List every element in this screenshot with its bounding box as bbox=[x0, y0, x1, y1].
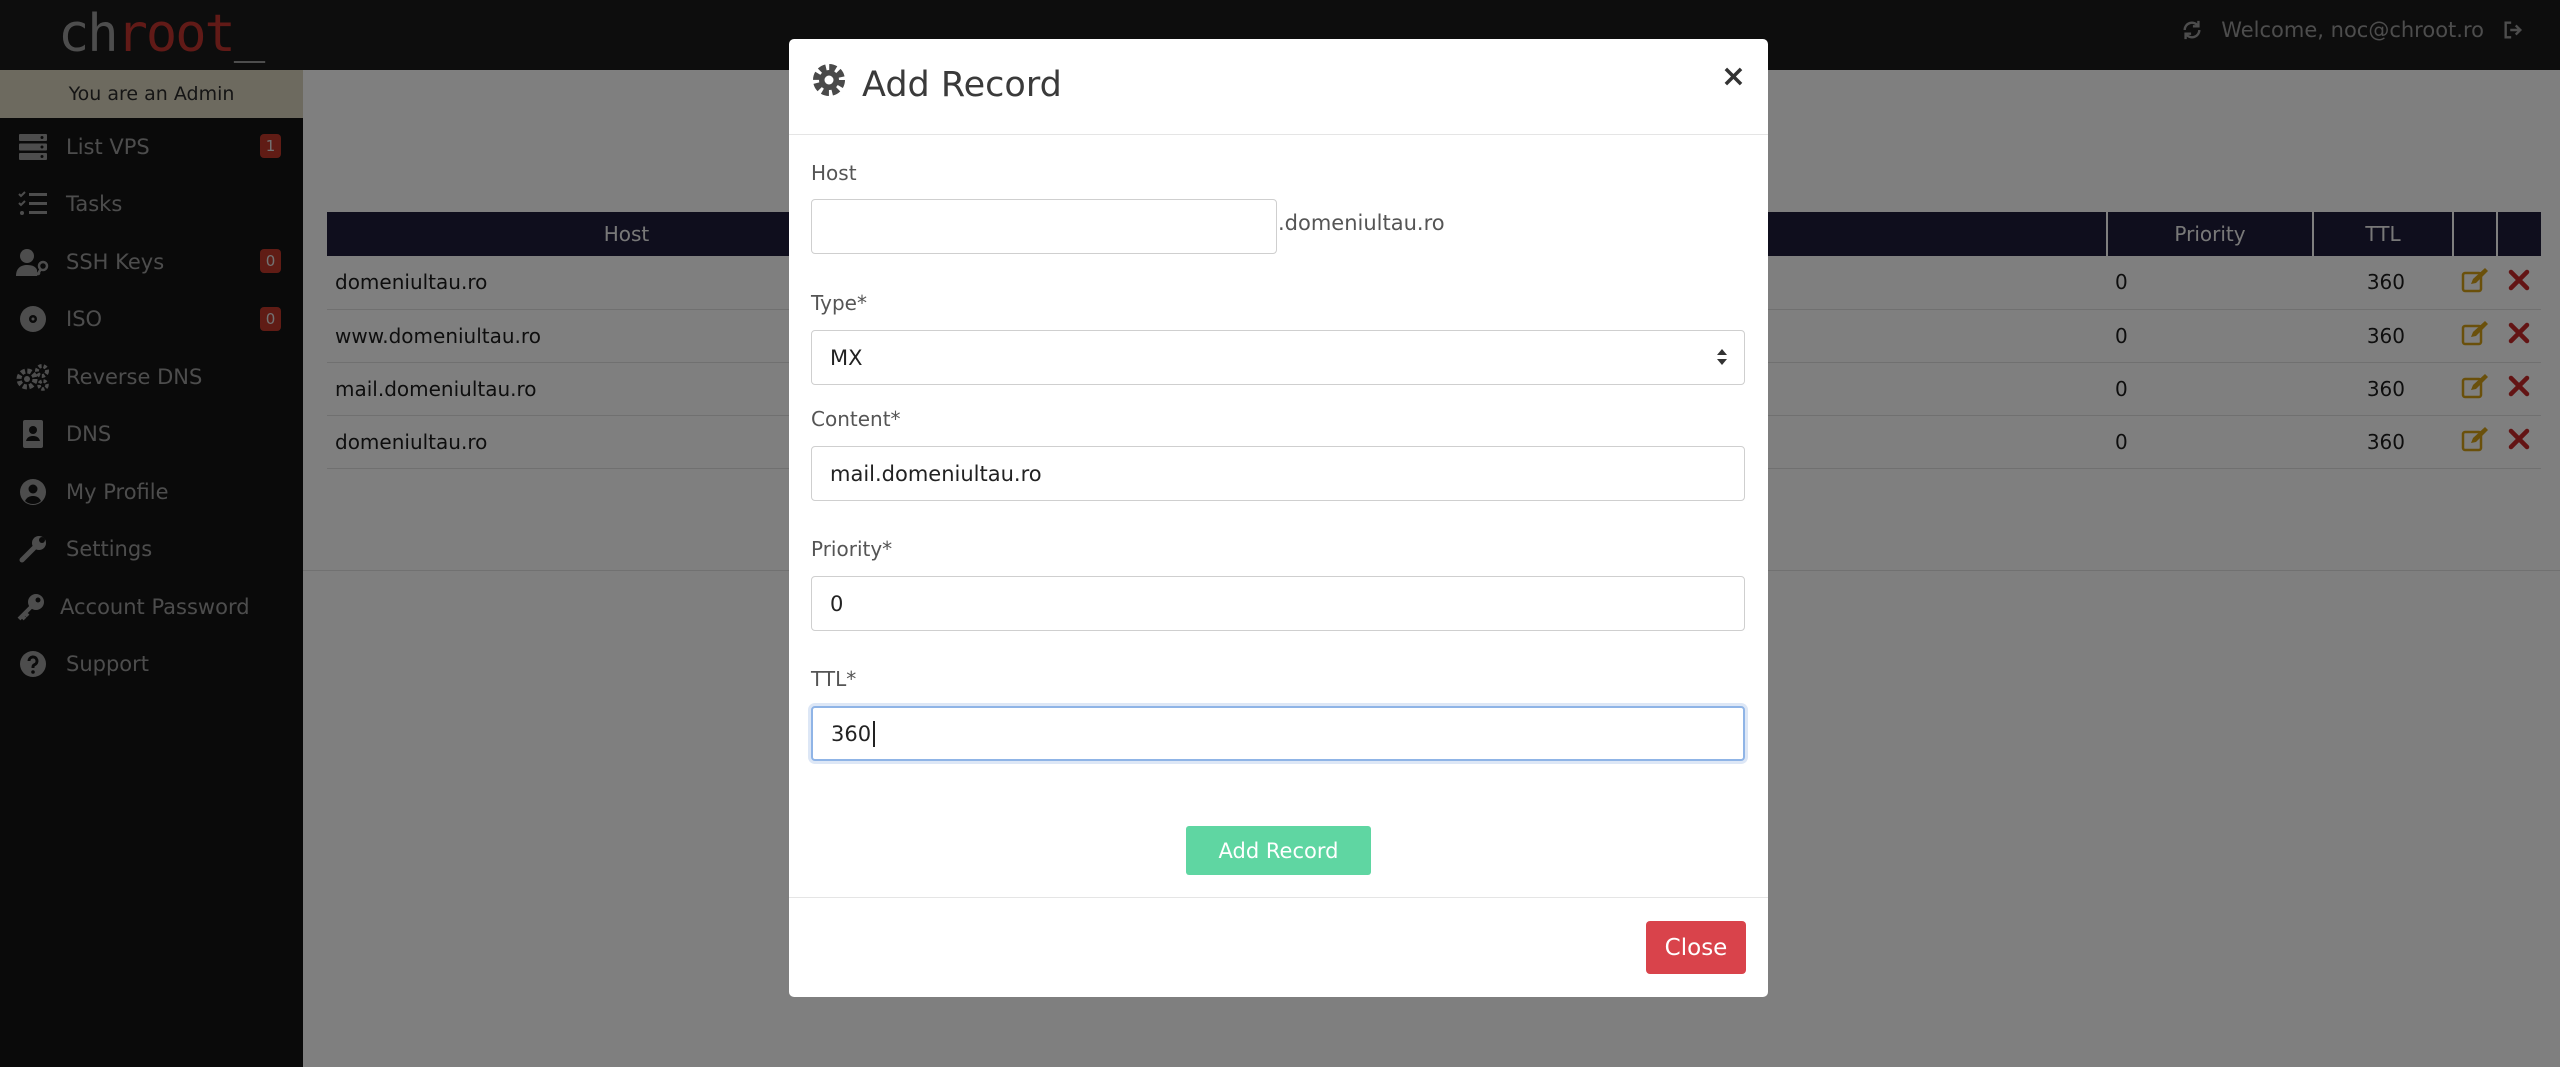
host-label: Host bbox=[811, 161, 857, 185]
gear-icon bbox=[812, 63, 846, 106]
close-button[interactable]: Close bbox=[1646, 921, 1746, 974]
ttl-input[interactable]: 360 bbox=[811, 706, 1745, 761]
ttl-input-value: 360 bbox=[831, 721, 872, 746]
content-input-value: mail.domeniultau.ro bbox=[830, 461, 1042, 486]
host-suffix: .domeniultau.ro bbox=[1278, 211, 1445, 235]
text-cursor bbox=[873, 720, 876, 747]
add-record-button[interactable]: Add Record bbox=[1186, 826, 1371, 875]
priority-input-value: 0 bbox=[830, 591, 844, 616]
add-record-modal: Add Record × Host .domeniultau.ro Type* … bbox=[789, 39, 1768, 997]
close-icon[interactable]: × bbox=[1721, 59, 1746, 94]
select-arrows-icon bbox=[1716, 347, 1728, 372]
modal-title: Add Record bbox=[812, 63, 1062, 106]
type-select[interactable]: MX bbox=[811, 330, 1745, 385]
host-input[interactable] bbox=[811, 199, 1277, 254]
modal-footer-divider bbox=[789, 897, 1768, 898]
priority-label: Priority* bbox=[811, 537, 893, 561]
content-input[interactable]: mail.domeniultau.ro bbox=[811, 446, 1745, 501]
content-label: Content* bbox=[811, 407, 901, 431]
modal-title-text: Add Record bbox=[862, 64, 1062, 105]
type-select-value: MX bbox=[830, 345, 863, 370]
ttl-label: TTL* bbox=[811, 667, 857, 691]
priority-input[interactable]: 0 bbox=[811, 576, 1745, 631]
type-label: Type* bbox=[811, 291, 867, 315]
modal-header: Add Record × bbox=[789, 39, 1768, 135]
